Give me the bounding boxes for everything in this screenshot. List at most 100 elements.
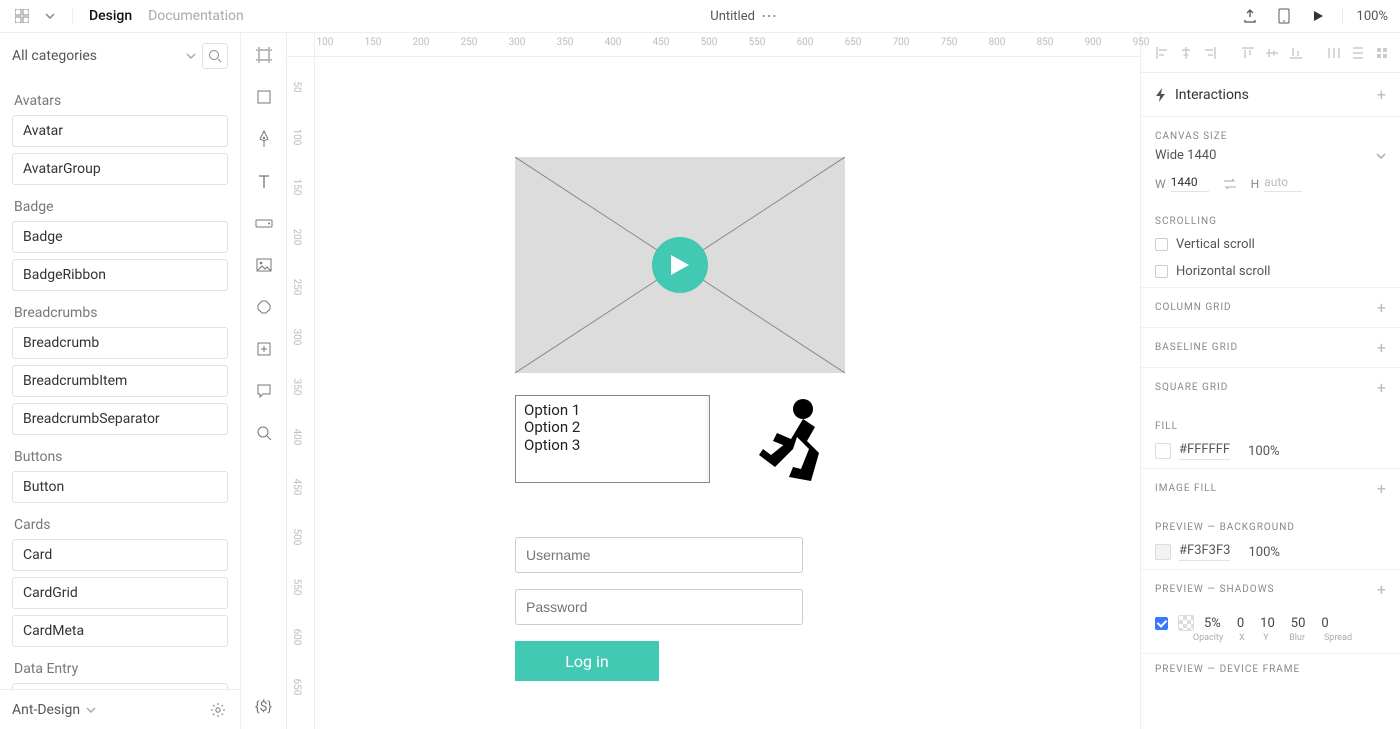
zoom-level[interactable]: 100% [1357, 9, 1388, 24]
shadow-opacity-input[interactable]: 5% [1204, 616, 1221, 631]
canvas-width-input[interactable]: 1440 [1171, 175, 1209, 192]
document-title[interactable]: Untitled [710, 9, 755, 24]
component-group-label: Cards [14, 517, 228, 533]
component-item[interactable]: Badge [12, 221, 228, 253]
tool-artboard[interactable] [252, 43, 276, 67]
baseline-grid-section[interactable]: BASELINE GRID+ [1141, 327, 1400, 367]
scrolling-label: SCROLLING [1141, 202, 1400, 233]
device-icon[interactable] [1274, 6, 1294, 26]
fill-hex-input[interactable]: #FFFFFF [1179, 442, 1230, 460]
column-grid-section[interactable]: COLUMN GRID+ [1141, 287, 1400, 327]
preview-bg-hex-input[interactable]: #F3F3F3 [1179, 543, 1230, 561]
component-group-label: Buttons [14, 449, 228, 465]
component-item[interactable]: CardGrid [12, 577, 228, 609]
shadow-spread-input[interactable]: 0 [1321, 616, 1328, 631]
chevron-down-icon[interactable] [40, 6, 60, 26]
component-item[interactable]: BadgeRibbon [12, 259, 228, 291]
component-item[interactable]: Avatar [12, 115, 228, 147]
tool-code[interactable]: {$} [252, 695, 276, 719]
preview-bg-swatch[interactable] [1155, 544, 1171, 560]
ruler-horizontal: 1001502002503003504004505005506006507007… [315, 33, 1140, 57]
canvas-size-label: CANVAS SIZE [1141, 117, 1400, 148]
library-selector[interactable]: Ant-Design [12, 702, 96, 718]
add-interaction-icon[interactable]: + [1377, 85, 1386, 104]
tab-documentation[interactable]: Documentation [144, 8, 248, 24]
tab-design[interactable]: Design [85, 8, 136, 24]
components-panel: All categories Avatars Avatar AvatarGroup B… [0, 33, 241, 729]
image-fill-section[interactable]: IMAGE FILL+ [1141, 468, 1400, 508]
gear-icon[interactable] [208, 700, 228, 720]
shadow-blur-input[interactable]: 50 [1291, 616, 1306, 631]
list-option[interactable]: Option 3 [524, 437, 701, 454]
ruler-vertical: 50100150200250300350400450500550600650 [287, 57, 315, 729]
username-input[interactable] [515, 537, 803, 573]
component-item[interactable]: AvatarGroup [12, 153, 228, 185]
horizontal-scroll-checkbox[interactable]: Horizontal scroll [1141, 260, 1400, 287]
component-group-label: Data Entry [14, 661, 228, 677]
tool-search[interactable] [252, 421, 276, 445]
play-button-icon[interactable] [652, 237, 708, 293]
fill-swatch[interactable] [1155, 443, 1171, 459]
running-person-icon[interactable] [753, 397, 833, 487]
distribute-v-icon[interactable] [1351, 46, 1365, 60]
preview-shadows-section[interactable]: PREVIEW — SHADOWS+ [1141, 569, 1400, 609]
component-group-label: Breadcrumbs [14, 305, 228, 321]
tool-comment[interactable] [252, 379, 276, 403]
align-bottom-icon[interactable] [1289, 46, 1303, 60]
vertical-scroll-checkbox[interactable]: Vertical scroll [1141, 233, 1400, 260]
preview-device-section[interactable]: PREVIEW — DEVICE FRAME [1141, 653, 1400, 685]
tool-component[interactable] [252, 295, 276, 319]
tool-text[interactable] [252, 169, 276, 193]
component-item[interactable]: BreadcrumbSeparator [12, 403, 228, 435]
distribute-h-icon[interactable] [1327, 46, 1341, 60]
listbox[interactable]: Option 1Option 2Option 3 [515, 395, 710, 483]
tool-pen[interactable] [252, 127, 276, 151]
category-filter[interactable]: All categories [12, 48, 196, 64]
play-icon[interactable] [1308, 6, 1328, 26]
lightning-icon [1155, 88, 1167, 102]
align-center-v-icon[interactable] [1265, 46, 1279, 60]
canvas-preset-select[interactable]: Wide 1440 [1141, 148, 1400, 169]
shadow-x-input[interactable]: 0 [1237, 616, 1244, 631]
component-group-label: Badge [14, 199, 228, 215]
app-menu-icon[interactable] [12, 6, 32, 26]
tool-insert[interactable] [252, 337, 276, 361]
search-icon[interactable] [202, 43, 228, 69]
inspector-panel: Interactions + CANVAS SIZE Wide 1440 W14… [1140, 33, 1400, 729]
component-group-label: Avatars [14, 93, 228, 109]
export-icon[interactable] [1240, 6, 1260, 26]
swap-dimensions-icon[interactable] [1223, 178, 1237, 190]
login-button[interactable]: Log in [515, 641, 659, 681]
list-option[interactable]: Option 1 [524, 402, 701, 419]
tool-rectangle[interactable] [252, 85, 276, 109]
fill-label: FILL [1141, 407, 1400, 438]
password-input[interactable] [515, 589, 803, 625]
topbar: Design Documentation Untitled ⋯ 100% [0, 0, 1400, 33]
shadow-y-input[interactable]: 10 [1260, 616, 1275, 631]
component-item[interactable]: BreadcrumbItem [12, 365, 228, 397]
list-option[interactable]: Option 2 [524, 419, 701, 436]
align-left-icon[interactable] [1155, 46, 1169, 60]
component-item[interactable]: Breadcrumb [12, 327, 228, 359]
align-top-icon[interactable] [1241, 46, 1255, 60]
fill-opacity-input[interactable]: 100% [1248, 444, 1279, 459]
doc-options-icon[interactable]: ⋯ [761, 8, 777, 24]
tool-image[interactable] [252, 253, 276, 277]
canvas[interactable]: 1001502002503003504004505005506006507007… [287, 33, 1140, 729]
shadow-enabled-checkbox[interactable] [1155, 617, 1168, 630]
preview-bg-label: PREVIEW — BACKGROUND [1141, 508, 1400, 539]
component-item[interactable]: Button [12, 471, 228, 503]
canvas-height-input[interactable]: auto [1264, 175, 1302, 192]
preview-bg-opacity-input[interactable]: 100% [1248, 545, 1279, 560]
interactions-section[interactable]: Interactions + [1141, 73, 1400, 117]
alignment-bar [1141, 33, 1400, 73]
component-item[interactable]: Card [12, 539, 228, 571]
square-grid-section[interactable]: SQUARE GRID+ [1141, 367, 1400, 407]
align-center-h-icon[interactable] [1179, 46, 1193, 60]
tool-button[interactable] [252, 211, 276, 235]
video-placeholder[interactable] [515, 157, 845, 373]
align-right-icon[interactable] [1203, 46, 1217, 60]
distribute-grid-icon[interactable] [1375, 46, 1389, 60]
component-item[interactable]: CardMeta [12, 615, 228, 647]
shadow-color-swatch[interactable] [1178, 615, 1194, 631]
